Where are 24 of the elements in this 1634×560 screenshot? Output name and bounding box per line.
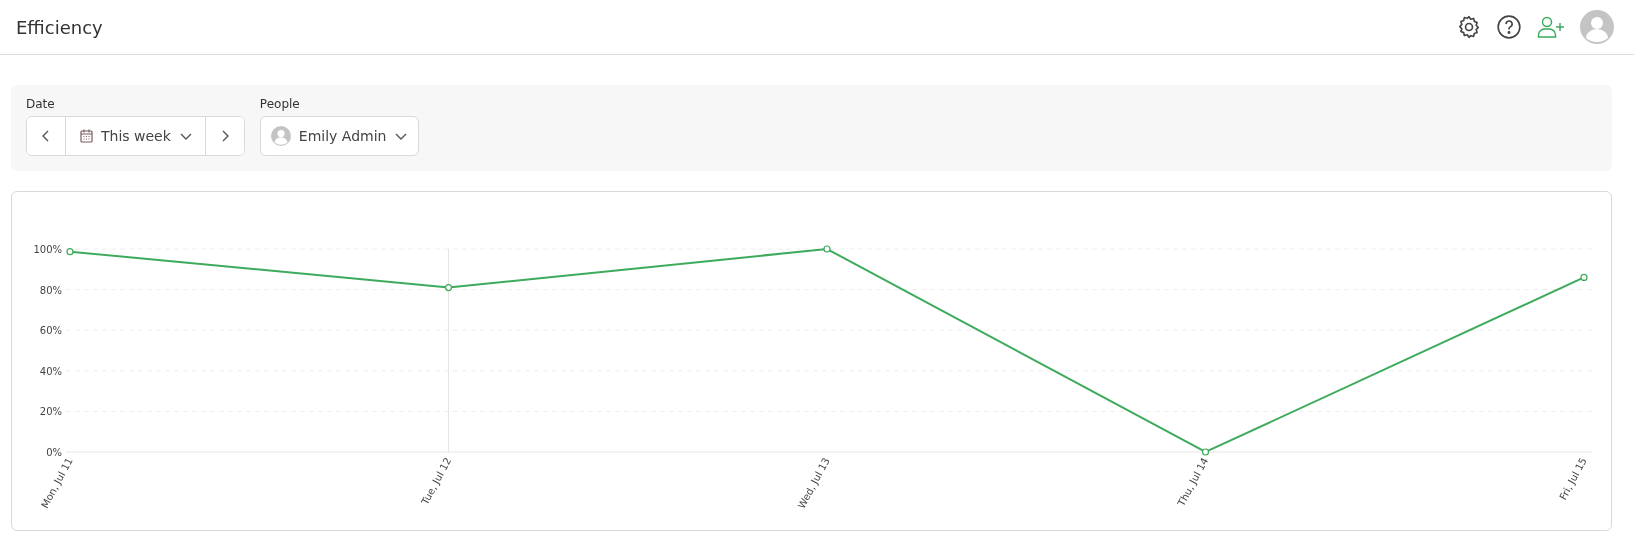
page-title: Efficiency	[16, 16, 103, 38]
x-tick-label: Thu, Jul 14	[1175, 455, 1211, 508]
y-tick-label: 100%	[33, 244, 62, 255]
people-dropdown[interactable]: Emily Admin	[259, 116, 420, 156]
calendar-icon	[80, 129, 93, 143]
data-point	[1580, 273, 1588, 282]
x-tick-label: Fri, Jul 15	[1557, 455, 1589, 502]
y-tick-label: 0%	[46, 447, 62, 458]
x-tick-label: Tue, Jul 12	[419, 455, 454, 507]
data-point	[66, 248, 74, 256]
add-user-icon[interactable]	[1536, 14, 1566, 40]
avatar-icon[interactable]	[1580, 10, 1614, 44]
avatar-icon	[270, 126, 291, 146]
y-tick-label: 20%	[39, 406, 62, 418]
settings-icon[interactable]	[1456, 14, 1482, 40]
y-tick-label: 80%	[39, 284, 62, 296]
data-point	[444, 283, 453, 292]
data-point	[1201, 448, 1210, 456]
people-label: People	[259, 97, 301, 111]
data-point	[823, 245, 831, 253]
y-tick-label: 40%	[39, 365, 62, 377]
help-icon[interactable]	[1496, 14, 1522, 40]
date-label: Date	[26, 97, 56, 111]
y-tick-label: 60%	[39, 325, 62, 337]
